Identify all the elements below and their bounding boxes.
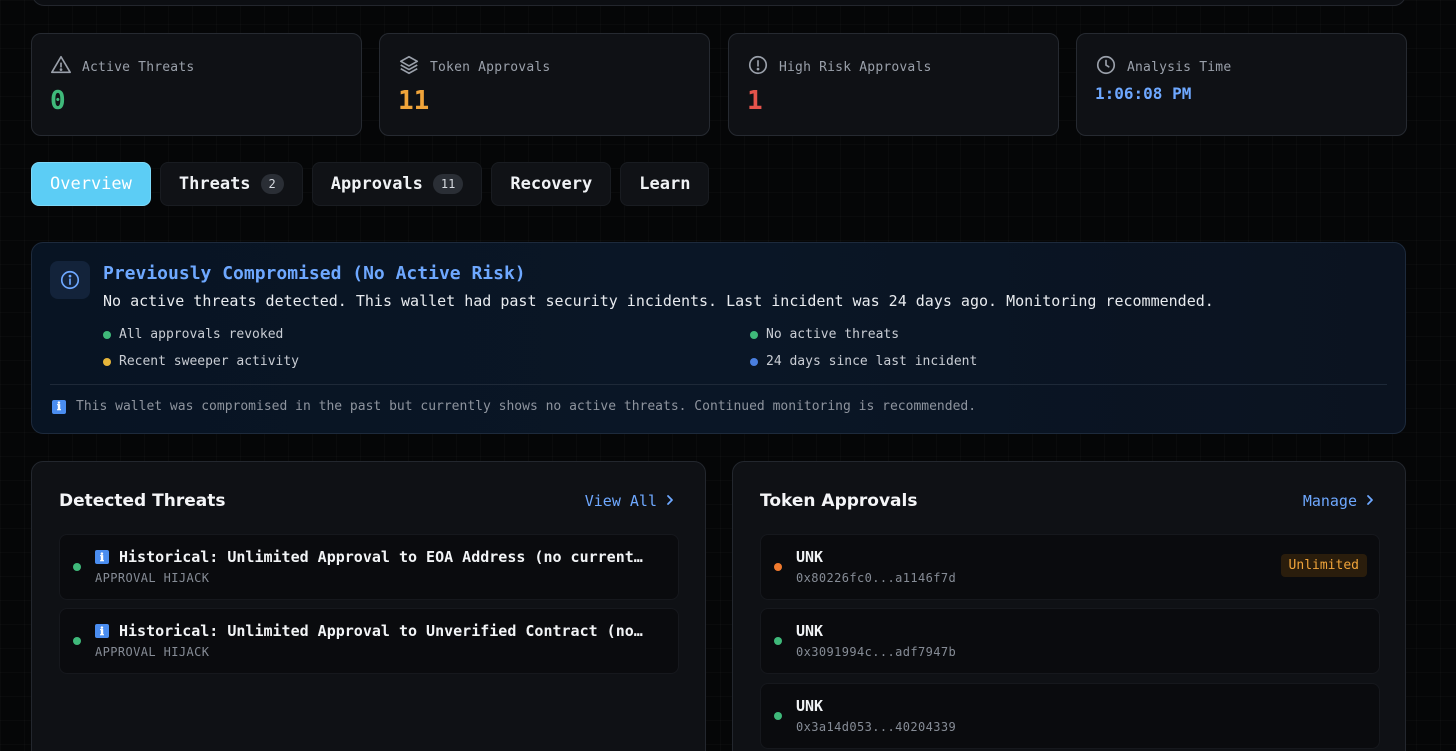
tab-threats[interactable]: Threats 2 (159, 162, 303, 206)
info-icon (50, 261, 90, 299)
token-symbol-text: UNK (796, 697, 824, 715)
info-emoji-icon: ℹ (52, 399, 66, 414)
stat-card-analysis-time: Analysis Time 1:06:08 PM (1076, 33, 1407, 136)
detected-threats-panel: Detected Threats View All ℹ Historical: … (31, 461, 706, 751)
manage-link[interactable]: Manage (1303, 492, 1375, 510)
stat-label: Analysis Time (1127, 59, 1232, 75)
bullet-text: Recent sweeper activity (119, 354, 300, 369)
bullet-item: All approvals revoked (103, 327, 283, 342)
footnote-text: This wallet was compromised in the past … (76, 399, 977, 414)
stat-label: Active Threats (82, 59, 195, 75)
stat-label: High Risk Approvals (779, 59, 932, 75)
status-dot-icon (774, 563, 782, 571)
banner-divider (50, 384, 1387, 385)
green-dot-icon (103, 330, 111, 339)
threat-title-text: Historical: Unlimited Approval to Unveri… (119, 622, 643, 640)
unlimited-badge: Unlimited (1280, 554, 1367, 577)
tab-recovery[interactable]: Recovery (491, 162, 612, 206)
bullet-text: All approvals revoked (119, 327, 284, 342)
approval-row[interactable]: UNK 0x3091994c...adf7947b (760, 608, 1380, 674)
bullet-item: Recent sweeper activity (103, 354, 299, 369)
stat-value: 1 (747, 86, 763, 116)
tab-label: Recovery (510, 174, 593, 194)
stat-value: 1:06:08 PM (1095, 84, 1192, 103)
stat-value: 11 (398, 86, 430, 116)
clock-icon (1095, 54, 1117, 80)
token-approvals-panel: Token Approvals Manage UNK 0x80226fc0...… (732, 461, 1406, 751)
stat-card-high-risk-approvals: High Risk Approvals 1 (728, 33, 1059, 136)
threat-title: ℹ Historical: Unlimited Approval to EOA … (95, 548, 664, 566)
status-dot-icon (73, 637, 81, 645)
spender-address: 0x3a14d053...40204339 (796, 720, 957, 734)
top-card-edge (32, 0, 1406, 6)
green-dot-icon (750, 330, 758, 339)
warning-triangle-icon (50, 54, 72, 80)
threat-row[interactable]: ℹ Historical: Unlimited Approval to Unve… (59, 608, 679, 674)
link-label: Manage (1302, 492, 1357, 510)
banner-footnote: ℹ This wallet was compromised in the pas… (52, 399, 976, 414)
info-emoji-icon: ℹ (95, 550, 109, 564)
bullet-item: No active threats (750, 327, 899, 342)
stat-card-token-approvals: Token Approvals 11 (379, 33, 710, 136)
threat-row[interactable]: ℹ Historical: Unlimited Approval to EOA … (59, 534, 679, 600)
stat-label: Token Approvals (430, 59, 551, 75)
banner-description: No active threats detected. This wallet … (103, 292, 1214, 310)
token-symbol-text: UNK (796, 548, 824, 566)
tab-bar: Overview Threats 2 Approvals 11 Recovery… (31, 162, 710, 206)
layers-icon (398, 54, 420, 80)
blue-dot-icon (750, 357, 758, 366)
token-symbol: UNK (796, 548, 1365, 566)
yellow-dot-icon (103, 357, 111, 366)
status-dot-icon (73, 563, 81, 571)
stat-card-active-threats: Active Threats 0 (31, 33, 362, 136)
approval-row[interactable]: UNK 0x80226fc0...a1146f7d Unlimited (760, 534, 1380, 600)
threat-title: ℹ Historical: Unlimited Approval to Unve… (95, 622, 664, 640)
panel-title: Detected Threats (59, 491, 226, 511)
spender-address: 0x80226fc0...a1146f7d (796, 571, 957, 585)
tab-count-badge: 2 (260, 174, 284, 194)
threat-title-text: Historical: Unlimited Approval to EOA Ad… (119, 548, 643, 566)
banner-title: Previously Compromised (No Active Risk) (103, 263, 526, 284)
status-dot-icon (774, 712, 782, 720)
chevron-right-icon (665, 492, 675, 510)
stat-value: 0 (50, 86, 66, 116)
spender-address: 0x3091994c...adf7947b (796, 645, 957, 659)
token-symbol-text: UNK (796, 622, 824, 640)
tab-label: Overview (50, 174, 132, 194)
tab-approvals[interactable]: Approvals 11 (311, 162, 483, 206)
tab-overview[interactable]: Overview (31, 162, 151, 206)
tab-label: Approvals (330, 174, 423, 194)
bullet-text: 24 days since last incident (766, 354, 978, 369)
tab-label: Learn (639, 174, 691, 194)
info-emoji-icon: ℹ (95, 624, 109, 638)
tab-count-badge: 11 (432, 174, 464, 194)
panel-title: Token Approvals (760, 491, 918, 511)
tab-learn[interactable]: Learn (620, 162, 710, 206)
alert-circle-icon (747, 54, 769, 80)
view-all-link[interactable]: View All (585, 492, 675, 510)
threat-type: APPROVAL HIJACK (95, 645, 210, 659)
status-banner: Previously Compromised (No Active Risk) … (31, 242, 1406, 434)
token-symbol: UNK (796, 622, 1365, 640)
approval-row[interactable]: UNK 0x3a14d053...40204339 (760, 683, 1380, 749)
link-label: View All (584, 492, 657, 510)
bullet-item: 24 days since last incident (750, 354, 977, 369)
threat-type: APPROVAL HIJACK (95, 571, 210, 585)
status-dot-icon (774, 637, 782, 645)
tab-label: Threats (178, 174, 251, 194)
bullet-text: No active threats (766, 327, 900, 342)
token-symbol: UNK (796, 697, 1365, 715)
chevron-right-icon (1365, 492, 1375, 510)
